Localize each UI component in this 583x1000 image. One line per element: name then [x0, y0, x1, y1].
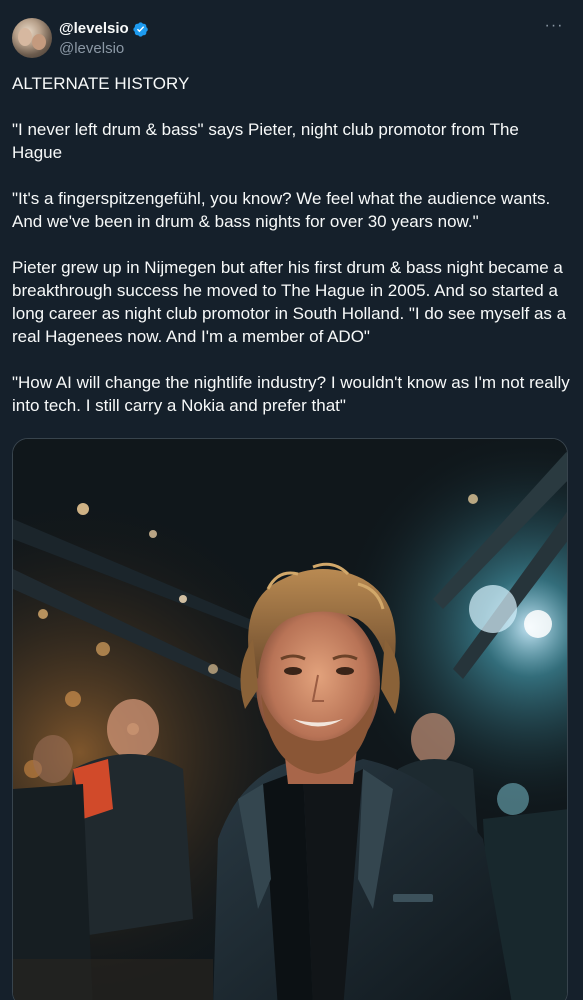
avatar[interactable]	[12, 18, 52, 58]
tweet-paragraph: ALTERNATE HISTORY	[12, 74, 190, 93]
more-options-icon[interactable]: ···	[541, 18, 567, 40]
handle[interactable]: @levelsio	[59, 39, 149, 59]
tweet-text: ALTERNATE HISTORY "I never left drum & b…	[12, 72, 572, 417]
tweet: @levelsio @levelsio ··· ALTERNATE HISTOR…	[0, 0, 583, 1000]
tweet-photo[interactable]	[12, 438, 568, 1000]
author-names: @levelsio @levelsio	[59, 18, 149, 59]
tweet-paragraph: "It's a fingerspitzengefühl, you know? W…	[12, 189, 551, 231]
verified-badge-icon	[133, 21, 148, 37]
tweet-header: @levelsio @levelsio ···	[12, 18, 571, 62]
tweet-paragraph: Pieter grew up in Nijmegen but after his…	[12, 258, 567, 346]
nightclub-portrait-image	[13, 439, 567, 1000]
tweet-paragraph: "How AI will change the nightlife indust…	[12, 373, 570, 415]
avatar-face-right	[32, 34, 46, 50]
avatar-face-left	[18, 28, 32, 46]
tweet-paragraph: "I never left drum & bass" says Pieter, …	[12, 120, 519, 162]
display-name-row: @levelsio	[59, 19, 149, 39]
display-name[interactable]: @levelsio	[59, 19, 129, 39]
